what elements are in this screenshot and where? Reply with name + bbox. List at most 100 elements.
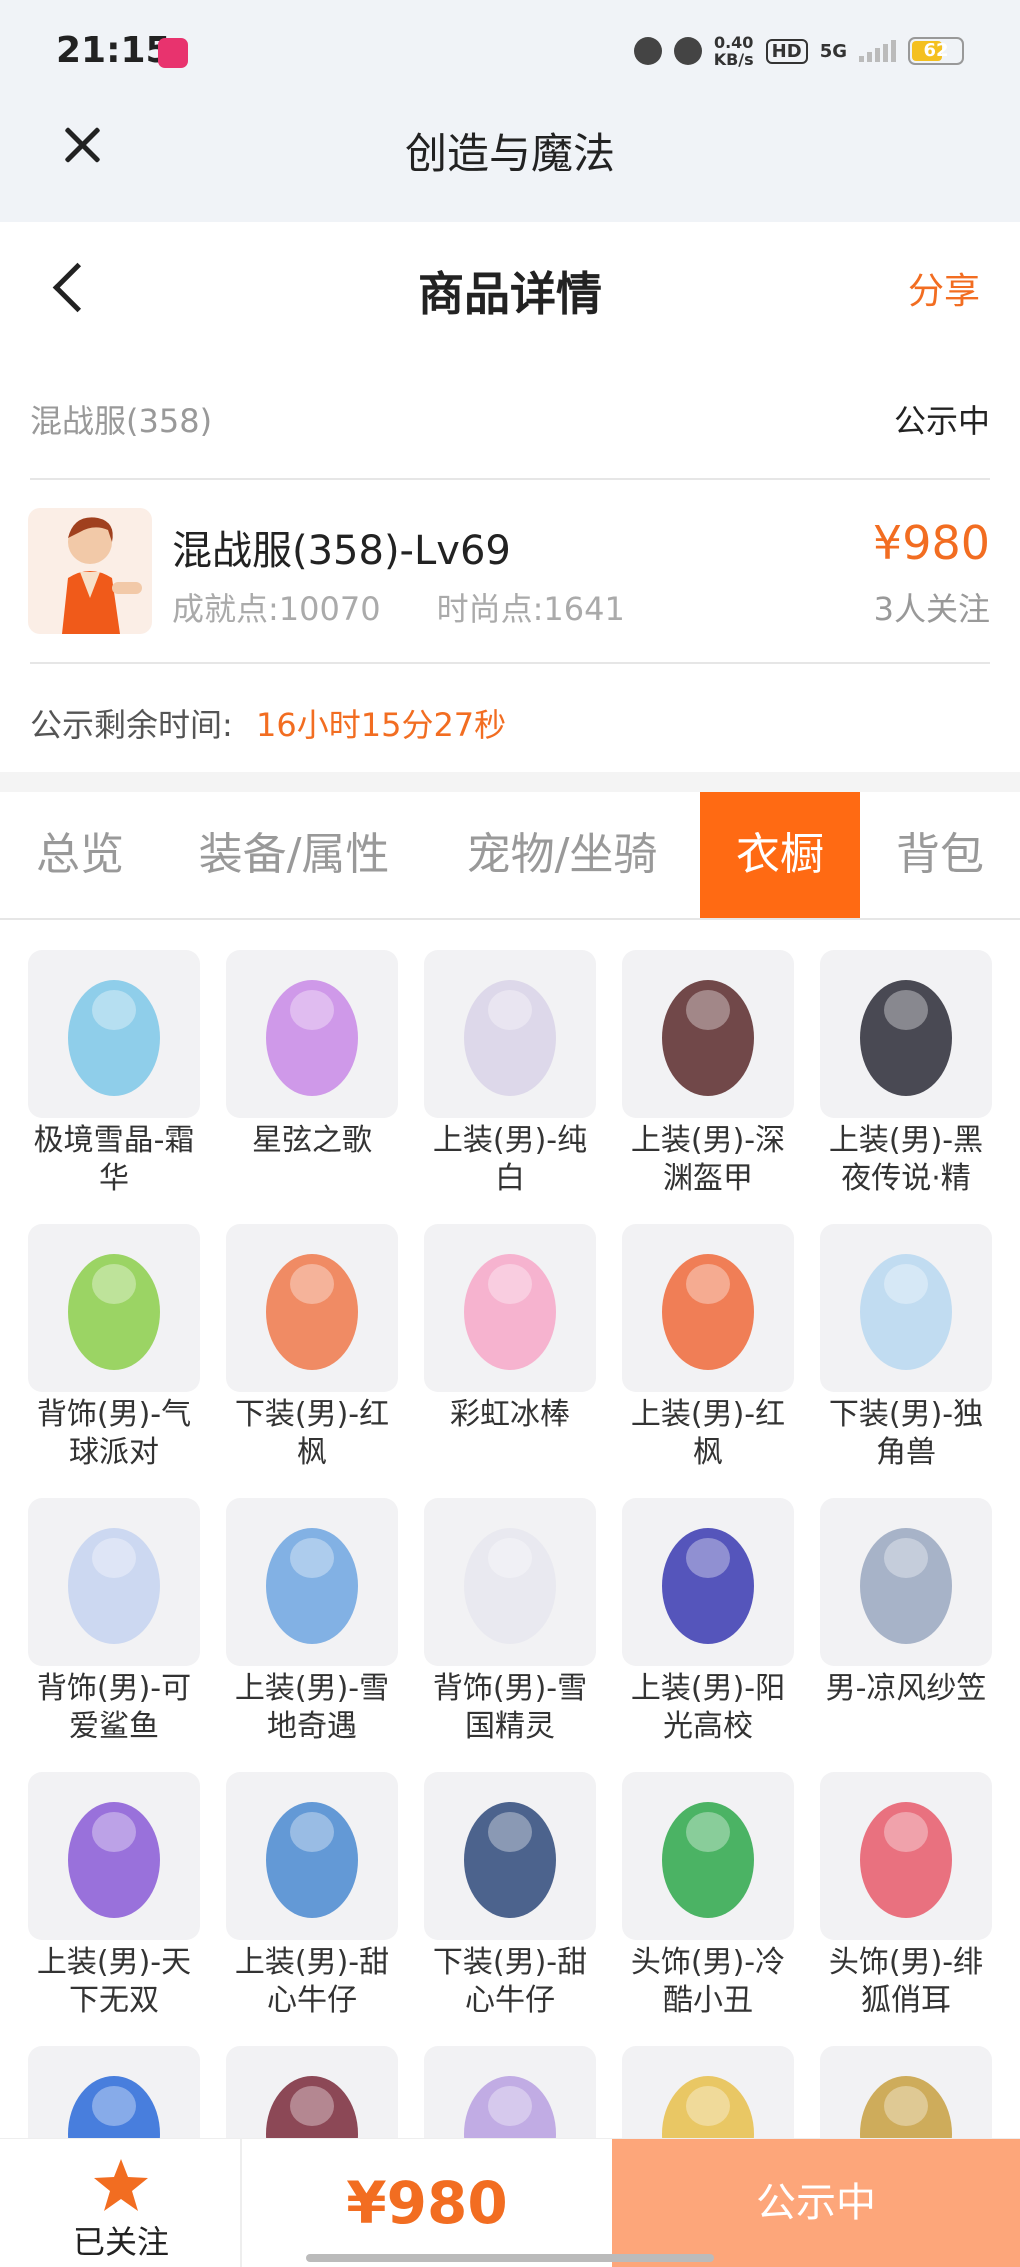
remaining-time-value: 16小时15分27秒 <box>256 706 507 744</box>
character-avatar <box>28 508 152 634</box>
item-thumbnail <box>820 950 992 1118</box>
item-label: 上装(男)-阳光高校 <box>630 1671 786 1744</box>
item-thumbnail <box>226 1772 398 1940</box>
app-title: 创造与魔法 <box>404 129 615 178</box>
item-label: 下装(男)-甜心牛仔 <box>432 1945 588 2018</box>
server-name: 混战服(358) <box>30 402 213 440</box>
battery-icon: 62 <box>908 37 964 65</box>
wardrobe-item[interactable]: 背饰(男)-雪国精灵 <box>424 1498 596 1746</box>
item-thumbnail <box>622 1772 794 1940</box>
item-thumbnail <box>28 2046 200 2138</box>
bottom-price: ¥980 <box>346 2169 508 2237</box>
item-label: 背饰(男)-雪国精灵 <box>432 1671 588 1744</box>
battery-level: 62 <box>923 40 949 61</box>
item-thumbnail <box>28 1224 200 1392</box>
item-label: 下装(男)-红枫 <box>234 1397 390 1470</box>
wardrobe-item[interactable]: 背饰(男)-气球派对 <box>28 1224 200 1472</box>
home-indicator <box>306 2254 714 2262</box>
wardrobe-item[interactable]: 下装(男)-独角兽 <box>820 1224 992 1472</box>
item-thumbnail <box>820 1498 992 1666</box>
item-thumbnail <box>424 1224 596 1392</box>
star-icon <box>94 2159 148 2211</box>
follow-button[interactable]: 已关注 <box>0 2139 242 2267</box>
wardrobe-item[interactable] <box>622 2046 794 2138</box>
wardrobe-item[interactable] <box>424 2046 596 2138</box>
item-thumbnail <box>820 1772 992 1940</box>
wardrobe-item[interactable]: 彩虹冰棒 <box>424 1224 596 1472</box>
item-thumbnail <box>820 1224 992 1392</box>
item-label: 上装(男)-雪地奇遇 <box>234 1671 390 1744</box>
fashion-points: 时尚点:1641 <box>436 590 625 628</box>
item-label: 星弦之歌 <box>252 1123 372 1158</box>
wardrobe-item[interactable]: 极境雪晶-霜华 <box>28 950 200 1198</box>
wardrobe-grid: 极境雪晶-霜华 星弦之歌 上装(男)-纯白 上装(男)-深渊盔甲 上装(男)-黑夜传说·… <box>0 950 1020 2138</box>
item-label: 上装(男)-天下无双 <box>36 1945 192 2018</box>
item-thumbnail <box>424 2046 596 2138</box>
mute-icon <box>673 37 702 65</box>
wardrobe-item[interactable]: 上装(男)-甜心牛仔 <box>226 1772 398 2020</box>
item-label: 彩虹冰棒 <box>450 1397 570 1432</box>
network-speed: 0.40 KB/s <box>714 34 754 68</box>
listing-price: ¥980 <box>872 516 990 570</box>
page-title: 商品详情 <box>418 267 602 321</box>
achievement-points: 成就点:10070 <box>172 590 381 628</box>
tab-bar: 总览 装备/属性 宠物/坐骑 衣橱 背包 <box>0 792 1020 920</box>
tab-pets[interactable]: 宠物/坐骑 <box>446 792 678 918</box>
app-header: 21:15 0.40 KB/s HD 5G 62 创造与魔法 <box>0 0 1020 222</box>
share-button[interactable]: 分享 <box>908 262 980 314</box>
remaining-time-label: 公示剩余时间: <box>30 706 233 744</box>
signal-icon: 5G <box>819 40 847 62</box>
speed-value: 0.40 <box>713 33 754 52</box>
wardrobe-item[interactable]: 上装(男)-红枫 <box>622 1224 794 1472</box>
character-name: 混战服(358)-Lv69 <box>172 528 511 574</box>
item-label: 上装(男)-纯白 <box>432 1123 588 1196</box>
item-label: 头饰(男)-冷酷小丑 <box>630 1945 786 2018</box>
listing-status: 公示中 <box>893 402 990 440</box>
tab-equipment[interactable]: 装备/属性 <box>178 792 410 918</box>
item-thumbnail <box>28 950 200 1118</box>
item-label: 头饰(男)-绯狐俏耳 <box>828 1945 984 2018</box>
item-label: 上装(男)-黑夜传说·精 <box>828 1123 984 1196</box>
wardrobe-item[interactable]: 上装(男)-深渊盔甲 <box>622 950 794 1198</box>
alarm-icon <box>633 37 662 65</box>
item-thumbnail <box>28 1498 200 1666</box>
item-thumbnail <box>622 1224 794 1392</box>
wardrobe-item[interactable]: 上装(男)-黑夜传说·精 <box>820 950 992 1198</box>
item-label: 男-凉风纱笠 <box>825 1671 987 1706</box>
wardrobe-item[interactable] <box>28 2046 200 2138</box>
divider <box>30 478 990 480</box>
follow-label: 已关注 <box>72 2223 169 2261</box>
wardrobe-item[interactable]: 上装(男)-阳光高校 <box>622 1498 794 1746</box>
wardrobe-item[interactable]: 星弦之歌 <box>226 950 398 1198</box>
wardrobe-item[interactable]: 上装(男)-纯白 <box>424 950 596 1198</box>
wardrobe-item[interactable]: 上装(男)-雪地奇遇 <box>226 1498 398 1746</box>
item-thumbnail <box>226 1498 398 1666</box>
wardrobe-item[interactable]: 下装(男)-甜心牛仔 <box>424 1772 596 2020</box>
wardrobe-item[interactable]: 男-凉风纱笠 <box>820 1498 992 1746</box>
tab-wardrobe[interactable]: 衣橱 <box>700 792 860 918</box>
item-thumbnail <box>424 1772 596 1940</box>
notification-app-icon <box>158 38 188 68</box>
wardrobe-item[interactable] <box>820 2046 992 2138</box>
wardrobe-item[interactable]: 背饰(男)-可爱鲨鱼 <box>28 1498 200 1746</box>
item-thumbnail <box>226 2046 398 2138</box>
item-thumbnail <box>226 950 398 1118</box>
wardrobe-item[interactable] <box>226 2046 398 2138</box>
item-label: 背饰(男)-可爱鲨鱼 <box>36 1671 192 1744</box>
item-thumbnail <box>424 950 596 1118</box>
tab-overview[interactable]: 总览 <box>0 792 160 918</box>
item-label: 极境雪晶-霜华 <box>33 1123 195 1196</box>
wardrobe-item[interactable]: 头饰(男)-绯狐俏耳 <box>820 1772 992 2020</box>
bottom-bar: 已关注 ¥980 公示中 <box>0 2138 1020 2267</box>
item-label: 下装(男)-独角兽 <box>828 1397 984 1470</box>
speed-unit: KB/s <box>713 50 754 69</box>
tab-backpack[interactable]: 背包 <box>860 792 1020 918</box>
wardrobe-item[interactable]: 上装(男)-天下无双 <box>28 1772 200 2020</box>
item-thumbnail <box>622 950 794 1118</box>
follower-count: 3人关注 <box>873 590 990 628</box>
wardrobe-item[interactable]: 下装(男)-红枫 <box>226 1224 398 1472</box>
item-label: 上装(男)-甜心牛仔 <box>234 1945 390 2018</box>
wardrobe-item[interactable]: 头饰(男)-冷酷小丑 <box>622 1772 794 2020</box>
divider <box>30 662 990 664</box>
public-status-button[interactable]: 公示中 <box>612 2139 1020 2267</box>
